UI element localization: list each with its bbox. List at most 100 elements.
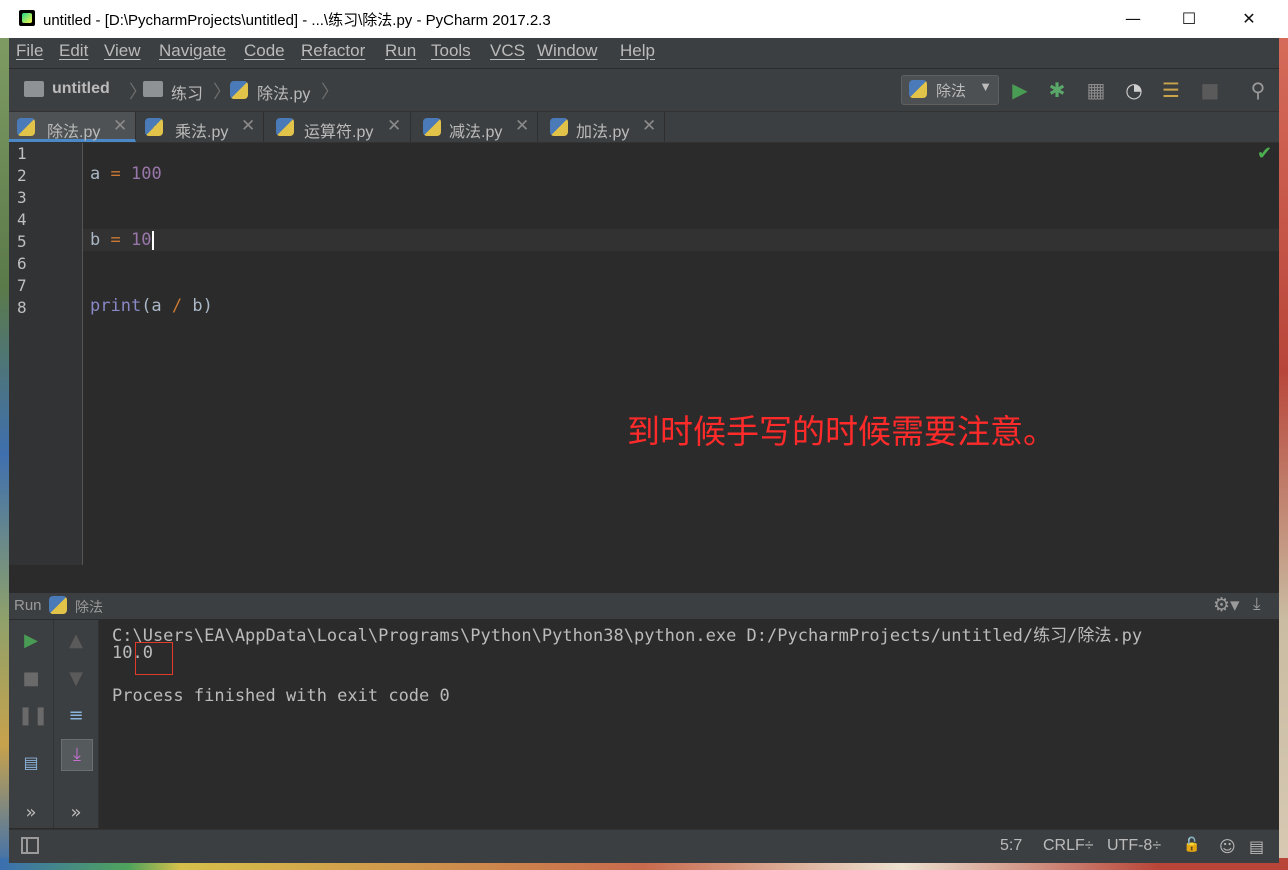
arrow-up-icon[interactable]: ▲	[63, 628, 89, 654]
number-literal: 100	[130, 164, 162, 184]
gear-icon[interactable]: ⚙▾	[1213, 594, 1240, 616]
run-tool-window-header: Run 除法 ⚙▾ ⤓	[9, 593, 1279, 620]
run-toolbar-primary: ▶ ■ ❚❚ ▤ »	[9, 620, 54, 828]
print-args-open: (a	[141, 296, 172, 316]
breadcrumb-project[interactable]: untitled	[52, 80, 110, 98]
print-builtin: print	[90, 296, 142, 316]
window-title: untitled - [D:\PycharmProjects\untitled]…	[43, 12, 551, 29]
maximize-button[interactable]: ☐	[1166, 4, 1212, 34]
line-number-gutter[interactable]: 1 2 3 4 5 6 7 8	[9, 143, 83, 565]
menu-window[interactable]: Window	[537, 41, 597, 61]
close-tab-icon[interactable]: ✕	[241, 116, 255, 136]
console-exit-message: Process finished with exit code 0	[112, 686, 450, 706]
rerun-icon[interactable]: ▶	[18, 628, 44, 654]
handwritten-note-annotation: 到时候手写的时候需要注意。	[627, 412, 1056, 451]
run-config-label: 除法	[936, 83, 967, 100]
lock-icon[interactable]: 🔓	[1183, 837, 1200, 853]
breadcrumb-file[interactable]: 除法.py	[257, 80, 310, 104]
inspection-ok-icon[interactable]: ✔	[1257, 143, 1272, 164]
line-number: 3	[17, 188, 27, 207]
caret-position[interactable]: 5:7	[1000, 837, 1022, 855]
tab-label: 乘法.py	[175, 124, 229, 141]
menu-file[interactable]: File	[16, 41, 43, 61]
run-icon[interactable]: ▶	[1008, 78, 1032, 102]
close-tab-icon[interactable]: ✕	[515, 116, 529, 136]
soft-wrap-icon[interactable]: ≡	[63, 703, 89, 729]
menu-view[interactable]: View	[104, 41, 141, 61]
scroll-to-end-icon[interactable]: ⤓	[61, 739, 93, 771]
more-actions-icon[interactable]: »	[18, 800, 44, 826]
coverage-icon[interactable]: ▦	[1084, 78, 1108, 102]
line-number: 5	[17, 232, 27, 251]
tab-subtraction[interactable]: 减法.py ✕	[411, 112, 538, 142]
line-number: 4	[17, 210, 27, 229]
python-file-icon	[230, 81, 248, 99]
code-editor[interactable]: 1 2 3 4 5 6 7 8 a = 100 b = 10 print(a /…	[9, 143, 1279, 565]
line-number: 7	[17, 276, 27, 295]
pycharm-logo-icon	[19, 10, 35, 26]
hide-panel-icon[interactable]: ⤓	[1253, 594, 1261, 614]
line-separator-select[interactable]: CRLF÷	[1043, 837, 1094, 855]
menu-vcs[interactable]: VCS	[490, 41, 525, 61]
python-file-icon	[17, 118, 35, 136]
code-line-2[interactable]: a = 100	[90, 164, 162, 184]
hector-inspector-icon[interactable]: ☺	[1219, 837, 1236, 856]
project-folder-icon	[24, 81, 44, 97]
tab-label: 减法.py	[449, 124, 503, 141]
title-bar[interactable]: untitled - [D:\PycharmProjects\untitled]…	[0, 0, 1288, 38]
menu-help[interactable]: Help	[620, 41, 655, 61]
close-tab-icon[interactable]: ✕	[113, 116, 127, 136]
console-command-line: C:\Users\EA\AppData\Local\Programs\Pytho…	[112, 626, 1143, 646]
desktop-background-right	[1279, 38, 1288, 870]
run-toolbar-secondary: ▲ ▼ ≡ ⤓ »	[54, 620, 99, 828]
tab-addition[interactable]: 加法.py ✕	[538, 112, 665, 142]
tool-windows-toggle-icon[interactable]	[21, 837, 39, 854]
restore-layout-icon[interactable]: ▤	[18, 750, 44, 776]
highlight-box-annotation	[135, 642, 173, 675]
line-number: 8	[17, 298, 27, 317]
tab-label: 加法.py	[576, 124, 630, 141]
menu-refactor[interactable]: Refactor	[301, 41, 365, 61]
tab-multiplication[interactable]: 乘法.py ✕	[137, 112, 264, 142]
line-number: 2	[17, 166, 27, 185]
chevron-down-icon: ▼	[979, 79, 992, 94]
menu-run[interactable]: Run	[385, 41, 416, 61]
profile-icon[interactable]: ◔	[1122, 78, 1146, 102]
stop-icon[interactable]: ■	[18, 666, 44, 692]
run-configuration-select[interactable]: 除法 ▼	[901, 75, 999, 105]
breadcrumb-folder[interactable]: 练习	[171, 80, 203, 104]
event-log-icon[interactable]: ▤	[1249, 837, 1264, 856]
code-line-5[interactable]: b = 10	[90, 230, 155, 250]
tab-label: 运算符.py	[304, 124, 374, 141]
search-icon[interactable]: ⚲	[1246, 78, 1270, 102]
assign-operator: =	[100, 164, 131, 184]
python-file-icon	[276, 118, 294, 136]
python-file-icon	[550, 118, 568, 136]
close-button[interactable]: ✕	[1226, 4, 1272, 34]
close-tab-icon[interactable]: ✕	[642, 116, 656, 136]
python-config-icon	[909, 80, 927, 98]
variable-b: b	[90, 230, 101, 250]
menu-tools[interactable]: Tools	[431, 41, 471, 61]
debug-icon[interactable]: ✱	[1045, 78, 1069, 102]
print-args-close: b)	[182, 296, 213, 316]
build-icon[interactable]: ☰	[1159, 78, 1183, 102]
tab-division[interactable]: 除法.py ✕	[9, 112, 136, 142]
menu-navigate[interactable]: Navigate	[159, 41, 226, 61]
arrow-down-icon[interactable]: ▼	[63, 666, 89, 692]
more-actions-icon[interactable]: »	[63, 800, 89, 826]
stop-icon[interactable]: ■	[1198, 78, 1222, 102]
minimize-button[interactable]: —	[1110, 4, 1156, 34]
menu-edit[interactable]: Edit	[59, 41, 88, 61]
division-operator: /	[171, 296, 183, 316]
pause-icon[interactable]: ❚❚	[18, 703, 48, 729]
run-tab-label[interactable]: 除法	[75, 597, 103, 617]
code-line-8[interactable]: print(a / b)	[90, 296, 213, 316]
close-tab-icon[interactable]: ✕	[387, 116, 401, 136]
encoding-select[interactable]: UTF-8÷	[1107, 837, 1161, 855]
tab-operators[interactable]: 运算符.py ✕	[264, 112, 411, 142]
status-bar: 5:7 CRLF÷ UTF-8÷ 🔓 ☺ ▤	[9, 829, 1279, 863]
menu-code[interactable]: Code	[244, 41, 285, 61]
number-literal: 10	[130, 230, 152, 250]
python-file-icon	[423, 118, 441, 136]
